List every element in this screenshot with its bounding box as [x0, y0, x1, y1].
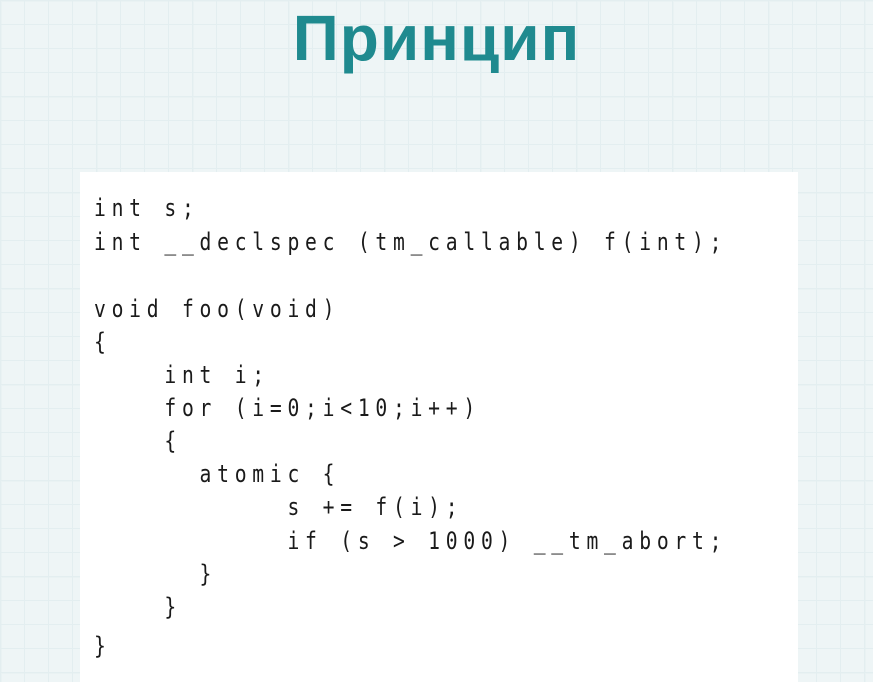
code-line-6: int i; — [94, 361, 270, 389]
code-line-1: int s; — [94, 194, 200, 222]
code-line-11: if (s > 1000) __tm_abort; — [94, 527, 728, 555]
code-line-9: atomic { — [94, 460, 341, 488]
code-line-7: for (i=0;i<10;i++) — [94, 394, 481, 422]
code-line-4: void foo(void) — [94, 295, 341, 323]
code-line-2: int __declspec (tm_callable) f(int); — [94, 228, 728, 256]
code-line-14: } — [94, 632, 112, 660]
code-line-12: } — [94, 560, 218, 588]
code-line-8: { — [94, 427, 182, 455]
code-line-13: } — [94, 593, 182, 621]
code-line-10: s += f(i); — [94, 493, 464, 521]
slide-title: Принцип — [292, 2, 581, 74]
code-line-5: { — [94, 328, 112, 356]
